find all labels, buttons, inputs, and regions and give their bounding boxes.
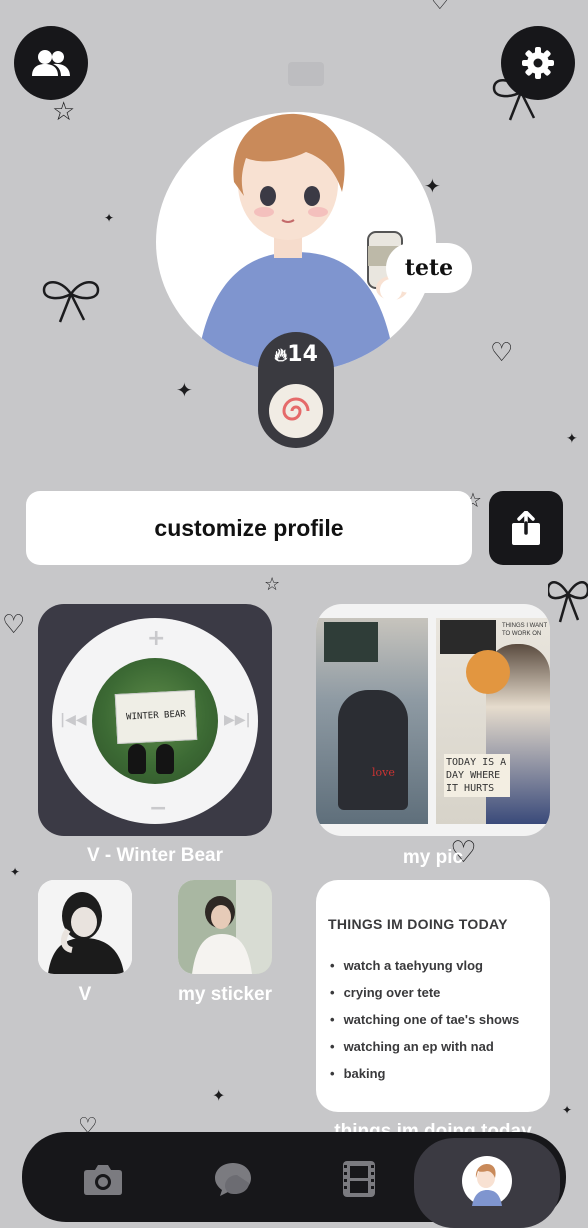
photo-label: my pic	[402, 847, 464, 868]
album-text: WINTER BEAR	[125, 709, 186, 723]
v-photo	[38, 880, 132, 974]
music-widget[interactable]: WINTER BEAR + − |◀◀ ▶▶|	[38, 604, 272, 836]
customize-profile-label: customize profile	[154, 514, 344, 541]
sticker-v-label: V	[78, 984, 92, 1005]
profile-name-bubble: tete	[380, 243, 472, 301]
todo-item: baking	[330, 1060, 519, 1087]
todo-item: watching an ep with nad	[330, 1033, 519, 1060]
todo-item: watching one of tae's shows	[330, 1006, 520, 1033]
todo-title: THINGS IM DOING TODAY	[328, 916, 508, 932]
nav-camera[interactable]	[78, 1154, 128, 1204]
todo-list: watch a taehyung vlog crying over tete w…	[330, 952, 520, 1087]
avatar	[462, 1156, 512, 1206]
collage-strip-top	[324, 622, 378, 662]
collage-figure	[338, 690, 408, 810]
share-icon	[512, 511, 540, 545]
heart-doodle: ♡	[2, 610, 26, 640]
music-label: V - Winter Bear	[86, 845, 224, 866]
sparkle-doodle: ✦	[176, 378, 193, 402]
nav-film[interactable]	[334, 1154, 384, 1204]
friends-button[interactable]	[14, 26, 88, 100]
cat-figure	[128, 744, 146, 774]
heart-doodle: ♡	[490, 338, 514, 368]
collage-orange-circle	[466, 650, 510, 694]
bow-doodle	[42, 281, 100, 323]
people-icon	[32, 50, 70, 76]
nav-profile[interactable]	[462, 1156, 512, 1206]
volume-down-icon[interactable]: −	[149, 796, 167, 821]
heart-doodle: ♡	[430, 0, 450, 15]
nav-chat[interactable]	[208, 1154, 258, 1204]
streak-counter: 🔥︎14	[258, 342, 334, 367]
sticker-mine-label: my sticker	[177, 984, 272, 1005]
fire-icon: 🔥︎	[274, 345, 288, 366]
settings-button[interactable]	[501, 26, 575, 100]
sparkle-doodle: ✦	[424, 174, 441, 198]
sparkle-doodle: ✦	[562, 1103, 573, 1117]
ipod-wheel[interactable]: WINTER BEAR + − |◀◀ ▶▶|	[52, 618, 258, 824]
profile-name: tete	[404, 255, 454, 281]
volume-up-icon[interactable]: +	[147, 626, 165, 651]
film-icon	[343, 1161, 375, 1197]
star-doodle: ☆	[264, 574, 281, 595]
chat-icon	[215, 1163, 251, 1196]
todo-widget[interactable]: THINGS IM DOING TODAY watch a taehyung v…	[316, 880, 550, 1112]
sparkle-doodle: ✦	[212, 1086, 226, 1105]
customize-profile-button[interactable]: customize profile	[26, 491, 472, 565]
streak-badge[interactable]: 🔥︎14	[258, 332, 334, 448]
sparkle-doodle: ✦	[10, 865, 21, 879]
narutomaki-icon	[269, 384, 323, 438]
sticker-mine[interactable]	[178, 880, 272, 974]
collage-label-love: love	[372, 766, 395, 779]
photo-widget[interactable]: love THINGS I WANT TO WORK ON TODAY IS A…	[316, 604, 550, 836]
previous-track-icon[interactable]: |◀◀	[60, 712, 87, 728]
gear-icon	[522, 47, 554, 79]
todo-item: crying over tete	[330, 979, 519, 1006]
sparkle-doodle: ✦	[104, 211, 115, 225]
star-doodle: ☆	[52, 97, 76, 127]
album-card: WINTER BEAR	[114, 689, 198, 745]
my-sticker-photo	[178, 880, 272, 974]
status-placeholder	[288, 62, 324, 86]
camera-icon	[84, 1165, 122, 1195]
streak-count: 14	[287, 342, 318, 367]
collage-notes: THINGS I WANT TO WORK ON	[502, 623, 547, 637]
collage-caption: TODAY IS A DAY WHERE IT HURTS	[444, 754, 510, 797]
collage-film	[440, 620, 496, 654]
sticker-v[interactable]	[38, 880, 132, 974]
bow-doodle	[548, 581, 588, 623]
share-button[interactable]	[489, 491, 563, 565]
todo-item: watch a taehyung vlog	[330, 952, 519, 979]
next-track-icon[interactable]: ▶▶|	[224, 712, 251, 728]
album-art: WINTER BEAR	[92, 658, 218, 784]
bottom-nav	[22, 1132, 566, 1228]
sparkle-doodle: ✦	[566, 431, 578, 447]
cat-figure	[156, 744, 174, 774]
